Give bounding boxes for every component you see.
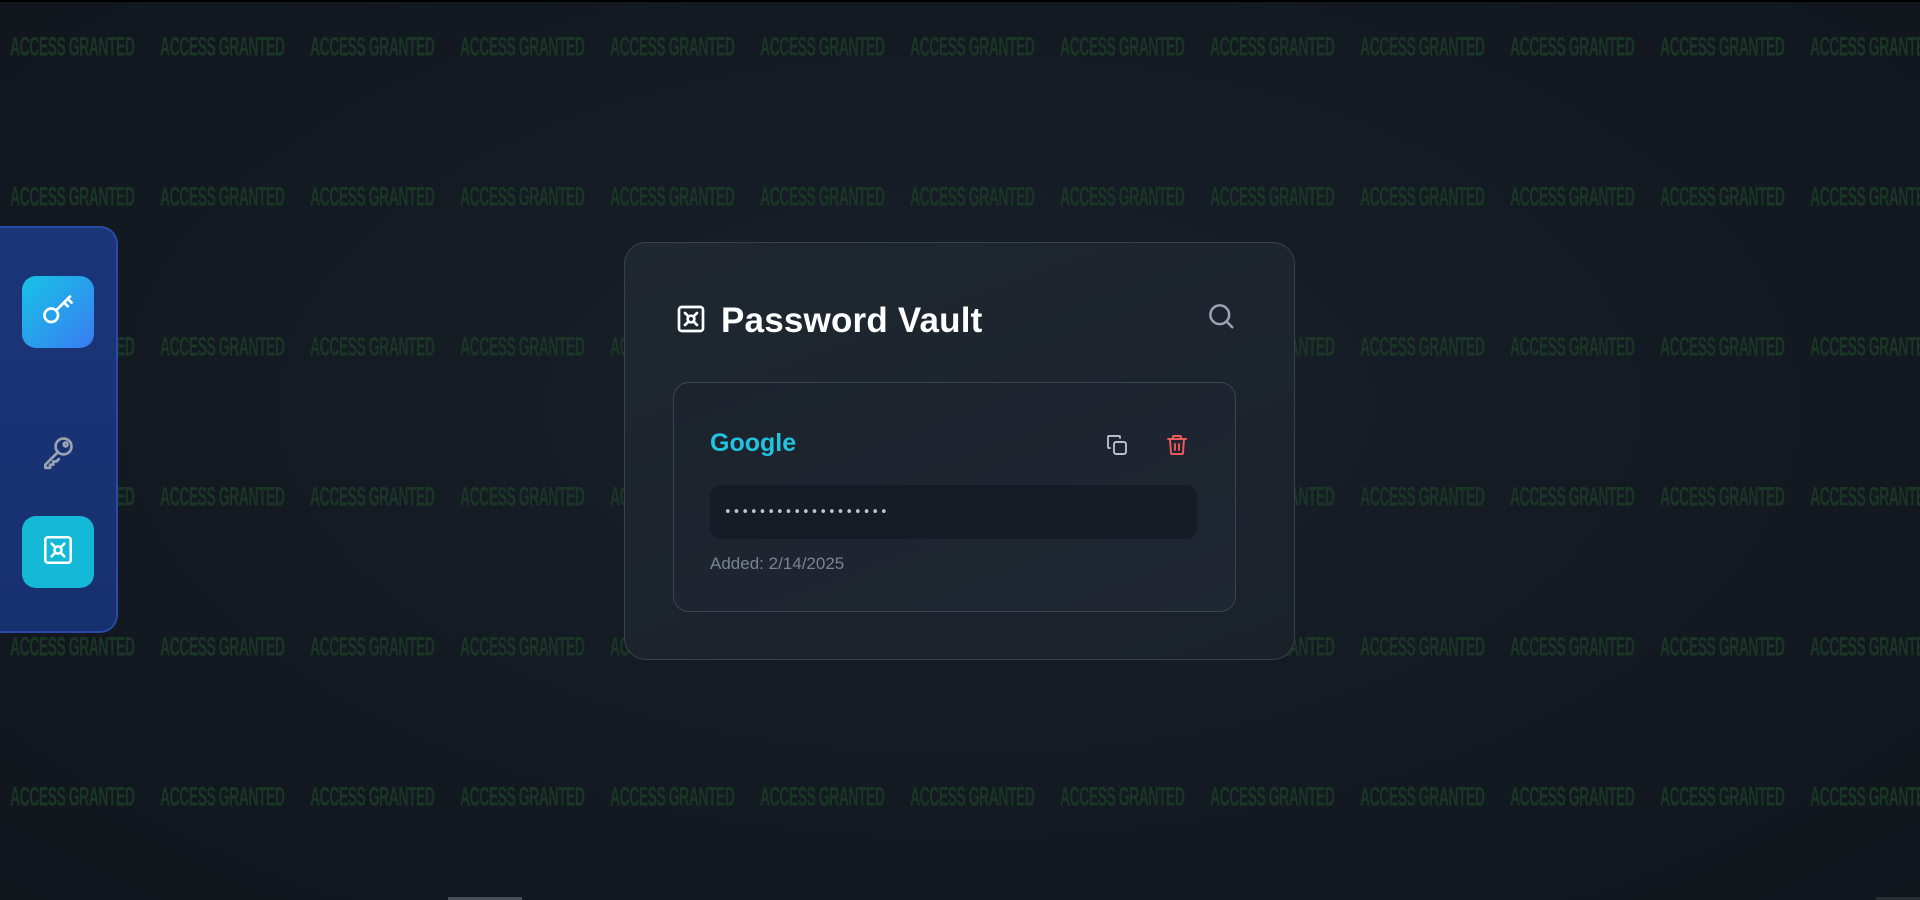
watermark-text: ACCESS GRANTED <box>1510 780 1635 812</box>
watermark-text: ACCESS GRANTED <box>1660 330 1785 362</box>
copy-password-button[interactable] <box>1099 429 1135 465</box>
watermark-text: ACCESS GRANTED <box>1660 180 1785 212</box>
watermark-text: ACCESS GRANTED <box>760 30 885 62</box>
watermark-text: ACCESS GRANTED <box>460 630 585 662</box>
watermark-text: ACCESS GRANTED <box>1810 480 1920 512</box>
watermark-text: ACCESS GRANTED <box>1810 780 1920 812</box>
key-round-icon <box>40 292 76 333</box>
watermark-text: ACCESS GRANTED <box>460 780 585 812</box>
watermark-text: ACCESS GRANTED <box>1660 480 1785 512</box>
sidebar-item-generator[interactable] <box>22 276 94 348</box>
watermark-text: ACCESS GRANTED <box>610 30 735 62</box>
watermark-text: ACCESS GRANTED <box>1510 630 1635 662</box>
watermark-text: ACCESS GRANTED <box>310 180 435 212</box>
watermark-text: ACCESS GRANTED <box>460 480 585 512</box>
added-date-text: Added: 2/14/2025 <box>710 554 844 574</box>
watermark-text: ACCESS GRANTED <box>1810 330 1920 362</box>
watermark-text: ACCESS GRANTED <box>910 30 1035 62</box>
watermark-text: ACCESS GRANTED <box>1360 30 1485 62</box>
watermark-text: ACCESS GRANTED <box>160 30 285 62</box>
search-button[interactable] <box>1204 301 1238 335</box>
watermark-text: ACCESS GRANTED <box>1210 180 1335 212</box>
watermark-text: ACCESS GRANTED <box>1060 780 1185 812</box>
watermark-text: ACCESS GRANTED <box>1810 180 1920 212</box>
watermark-text: ACCESS GRANTED <box>1360 480 1485 512</box>
watermark-text: ACCESS GRANTED <box>1660 630 1785 662</box>
watermark-text: ACCESS GRANTED <box>1360 330 1485 362</box>
watermark-text: ACCESS GRANTED <box>460 330 585 362</box>
entry-site-name: Google <box>710 429 797 457</box>
watermark-text: ACCESS GRANTED <box>610 780 735 812</box>
watermark-text: ACCESS GRANTED <box>1510 30 1635 62</box>
vault-icon <box>675 303 707 340</box>
added-date: 2/14/2025 <box>768 554 845 573</box>
watermark-text: ACCESS GRANTED <box>610 180 735 212</box>
watermark-text: ACCESS GRANTED <box>1660 780 1785 812</box>
watermark-text: ACCESS GRANTED <box>310 330 435 362</box>
watermark-text: ACCESS GRANTED <box>1660 30 1785 62</box>
watermark-text: ACCESS GRANTED <box>10 180 135 212</box>
watermark-text: ACCESS GRANTED <box>310 630 435 662</box>
watermark-text: ACCESS GRANTED <box>160 330 285 362</box>
watermark-text: ACCESS GRANTED <box>910 780 1035 812</box>
watermark-text: ACCESS GRANTED <box>310 780 435 812</box>
delete-entry-button[interactable] <box>1159 429 1195 465</box>
watermark-text: ACCESS GRANTED <box>160 630 285 662</box>
watermark-text: ACCESS GRANTED <box>1810 630 1920 662</box>
app-page: ACCESS GRANTED ACCESS GRANTED ACCESS GRANT… <box>0 0 1920 900</box>
search-icon <box>1206 301 1236 336</box>
sidebar <box>0 226 118 633</box>
watermark-text: ACCESS GRANTED <box>1210 30 1335 62</box>
password-entry-card: Google ••••••••••••••••••• Added: 2/14/2… <box>673 382 1236 612</box>
watermark-text: ACCESS GRANTED <box>1810 30 1920 62</box>
watermark-text: ACCESS GRANTED <box>10 630 135 662</box>
watermark-text: ACCESS GRANTED <box>1060 30 1185 62</box>
watermark-text: ACCESS GRANTED <box>10 30 135 62</box>
watermark-text: ACCESS GRANTED <box>1360 180 1485 212</box>
added-label: Added: <box>710 554 769 573</box>
window-top-edge <box>0 0 1920 2</box>
watermark-text: ACCESS GRANTED <box>1060 180 1185 212</box>
watermark-text: ACCESS GRANTED <box>760 180 885 212</box>
watermark-text: ACCESS GRANTED <box>1360 630 1485 662</box>
trash-icon <box>1165 433 1189 462</box>
entry-actions <box>1099 429 1195 465</box>
watermark-text: ACCESS GRANTED <box>310 480 435 512</box>
watermark-text: ACCESS GRANTED <box>160 180 285 212</box>
watermark-text: ACCESS GRANTED <box>910 180 1035 212</box>
watermark-text: ACCESS GRANTED <box>160 480 285 512</box>
watermark-text: ACCESS GRANTED <box>460 180 585 212</box>
sidebar-item-vault[interactable] <box>22 516 94 588</box>
watermark-text: ACCESS GRANTED <box>1510 180 1635 212</box>
watermark-text: ACCESS GRANTED <box>1210 780 1335 812</box>
watermark-text: ACCESS GRANTED <box>760 780 885 812</box>
watermark-text: ACCESS GRANTED <box>1360 780 1485 812</box>
watermark-text: ACCESS GRANTED <box>1510 480 1635 512</box>
page-title: Password Vault <box>721 301 983 340</box>
copy-icon <box>1105 433 1129 462</box>
watermark-text: ACCESS GRANTED <box>310 30 435 62</box>
watermark-text: ACCESS GRANTED <box>1510 330 1635 362</box>
watermark-text: ACCESS GRANTED <box>460 30 585 62</box>
sidebar-item-keys[interactable] <box>22 418 94 490</box>
masked-password-field[interactable]: ••••••••••••••••••• <box>710 485 1197 539</box>
watermark-text: ACCESS GRANTED <box>10 780 135 812</box>
key-icon <box>39 433 77 476</box>
vault-icon <box>41 533 75 572</box>
watermark-text: ACCESS GRANTED <box>160 780 285 812</box>
password-vault-panel: Password Vault Google ••••••••••••••••••… <box>624 242 1295 660</box>
vault-header: Password Vault <box>675 301 983 341</box>
